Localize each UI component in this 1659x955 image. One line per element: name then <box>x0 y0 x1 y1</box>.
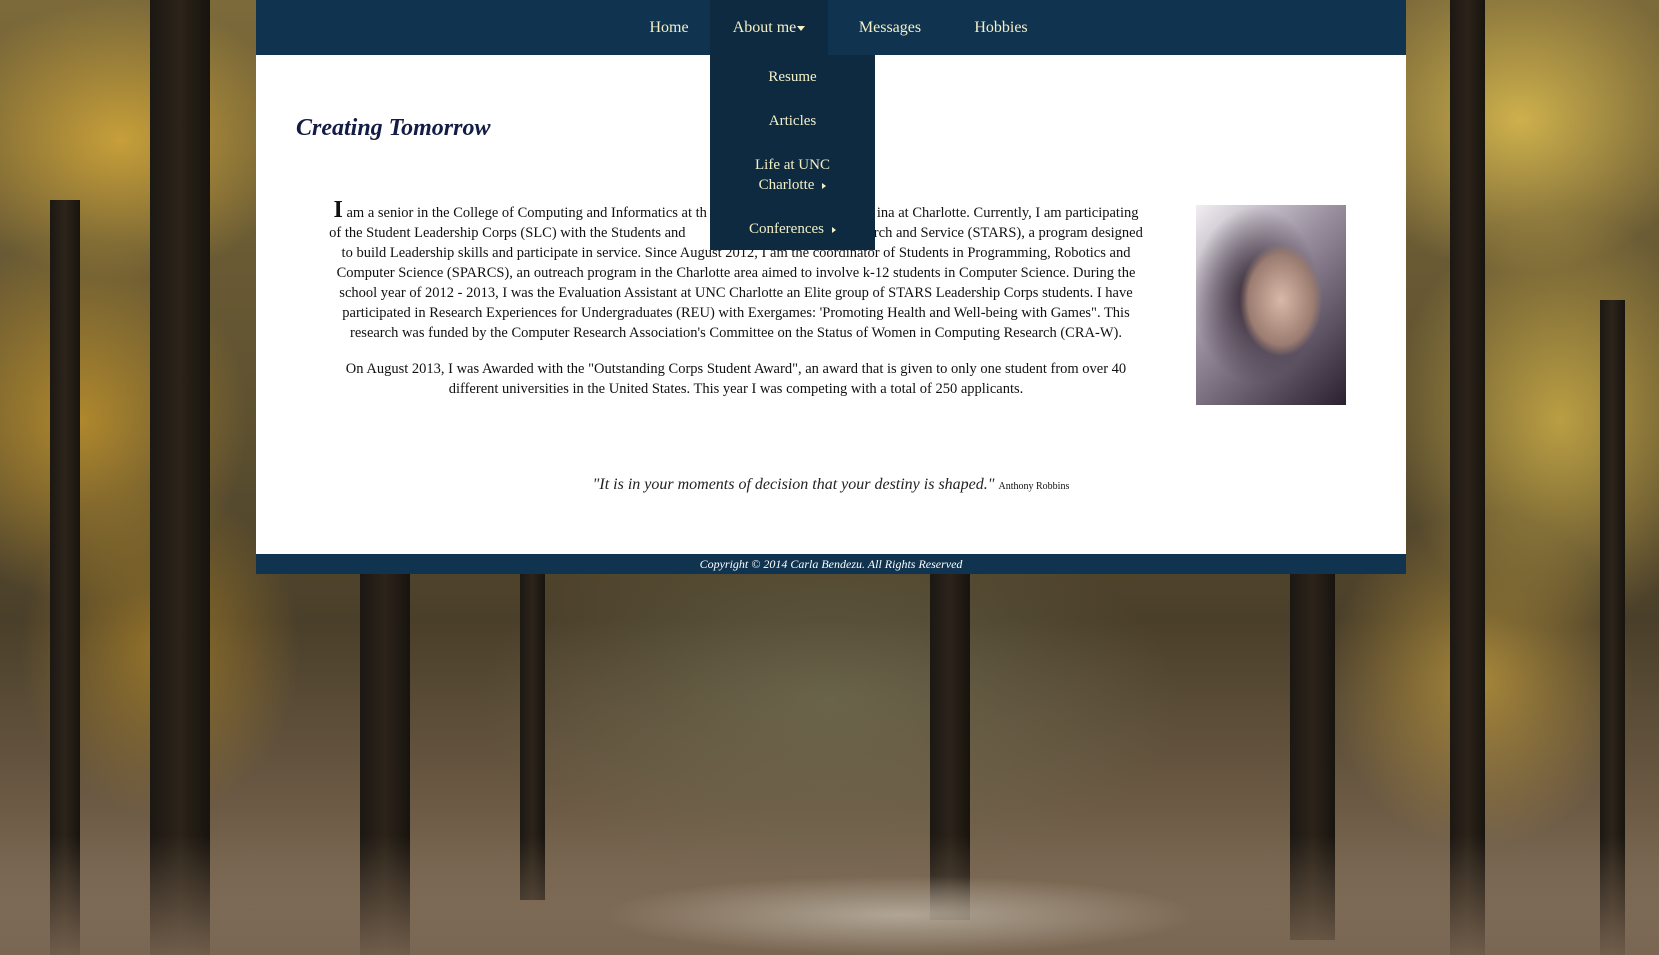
quote-author: Anthony Robbins <box>998 481 1070 492</box>
nav-hobbies-label: Hobbies <box>974 19 1028 36</box>
nav-item-messages[interactable]: Messages <box>836 0 944 55</box>
footer: Copyright © 2014 Carla Bendezu. All Righ… <box>256 554 1406 574</box>
nav-item-about-me[interactable]: About me <box>710 0 828 55</box>
dropcap: I <box>333 197 343 223</box>
intro-text-part1: am a senior in the College of Computing … <box>342 205 707 221</box>
page-title: Creating Tomorrow <box>296 115 491 141</box>
chevron-right-icon <box>822 182 827 189</box>
nav-item-hobbies[interactable]: Hobbies <box>956 0 1046 55</box>
life-label-line2: Charlotte <box>758 177 815 193</box>
dropdown-item-resume[interactable]: Resume <box>710 67 875 87</box>
copyright-text: Copyright © 2014 Carla Bendezu. All Righ… <box>699 557 963 571</box>
quote: "It is in your moments of decision that … <box>256 476 1406 494</box>
award-paragraph: On August 2013, I was Awarded with the "… <box>345 361 1127 397</box>
navbar: Home About me Messages Hobbies <box>256 0 1406 55</box>
conferences-label: Conferences <box>749 221 824 237</box>
nav-home-label: Home <box>649 19 689 36</box>
life-label-line1: Life at UNC <box>755 157 830 173</box>
nav-messages-label: Messages <box>858 19 922 36</box>
nav-about-label: About me <box>732 19 797 36</box>
articles-label: Articles <box>768 113 817 129</box>
quote-text: "It is in your moments of decision that … <box>592 476 995 493</box>
resume-label: Resume <box>768 69 817 85</box>
about-me-dropdown: Resume Articles Life at UNC Charlotte Co… <box>710 55 875 250</box>
dropdown-item-conferences[interactable]: Conferences <box>710 219 875 239</box>
chevron-right-icon <box>831 226 836 233</box>
nav-item-home[interactable]: Home <box>634 0 704 55</box>
dropdown-item-articles[interactable]: Articles <box>710 111 875 131</box>
page-container: Home About me Messages Hobbies Resume Ar… <box>256 0 1406 574</box>
profile-photo <box>1196 205 1346 405</box>
caret-down-icon <box>797 25 806 31</box>
dropdown-item-life-at-unc-charlotte[interactable]: Life at UNC Charlotte <box>710 155 875 195</box>
